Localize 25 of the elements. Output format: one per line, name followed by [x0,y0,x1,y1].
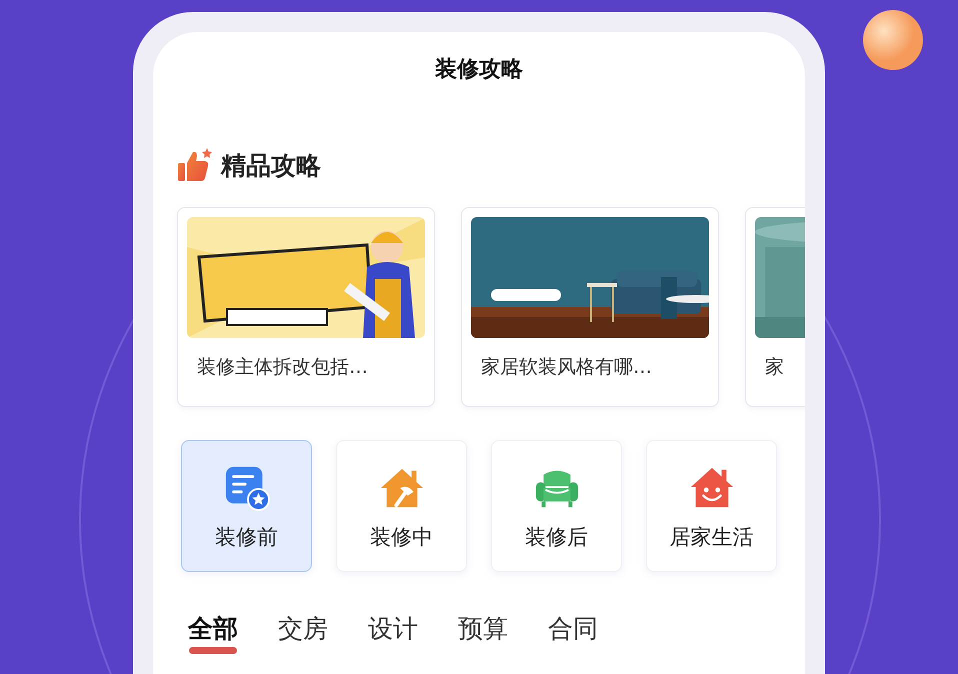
article-title: 家 [765,355,785,380]
category-label: 装修前 [215,524,278,551]
category-tab[interactable]: 交房 [278,612,328,645]
article-card[interactable]: 家居软装风格有哪… [461,207,719,407]
category-label: 装修中 [370,524,433,551]
category-tile[interactable]: 装修前 [181,440,312,572]
thumbs-up-icon [177,147,213,183]
article-card[interactable]: 装修主体拆改包括… [177,207,435,407]
category-tab[interactable]: 合同 [548,612,598,645]
active-tab-indicator [189,647,237,654]
category-tile[interactable]: 装修后 [491,440,622,572]
document-star-icon [224,465,270,511]
category-tile[interactable]: 居家生活 [646,440,777,572]
ball-decoration [863,10,923,70]
section-title: 精品攻略 [221,150,321,182]
screen-title: 装修攻略 [434,56,524,84]
category-tab[interactable]: 设计 [368,612,418,645]
category-label: 居家生活 [670,524,754,551]
article-title: 家居软装风格有哪… [481,355,653,380]
category-tab[interactable]: 预算 [458,612,508,645]
category-tab[interactable]: 全部 [188,612,238,645]
category-label: 装修后 [525,524,588,551]
article-title: 装修主体拆改包括… [197,355,369,380]
category-tile[interactable]: 装修中 [336,440,467,572]
article-card[interactable]: 家 [745,207,805,407]
